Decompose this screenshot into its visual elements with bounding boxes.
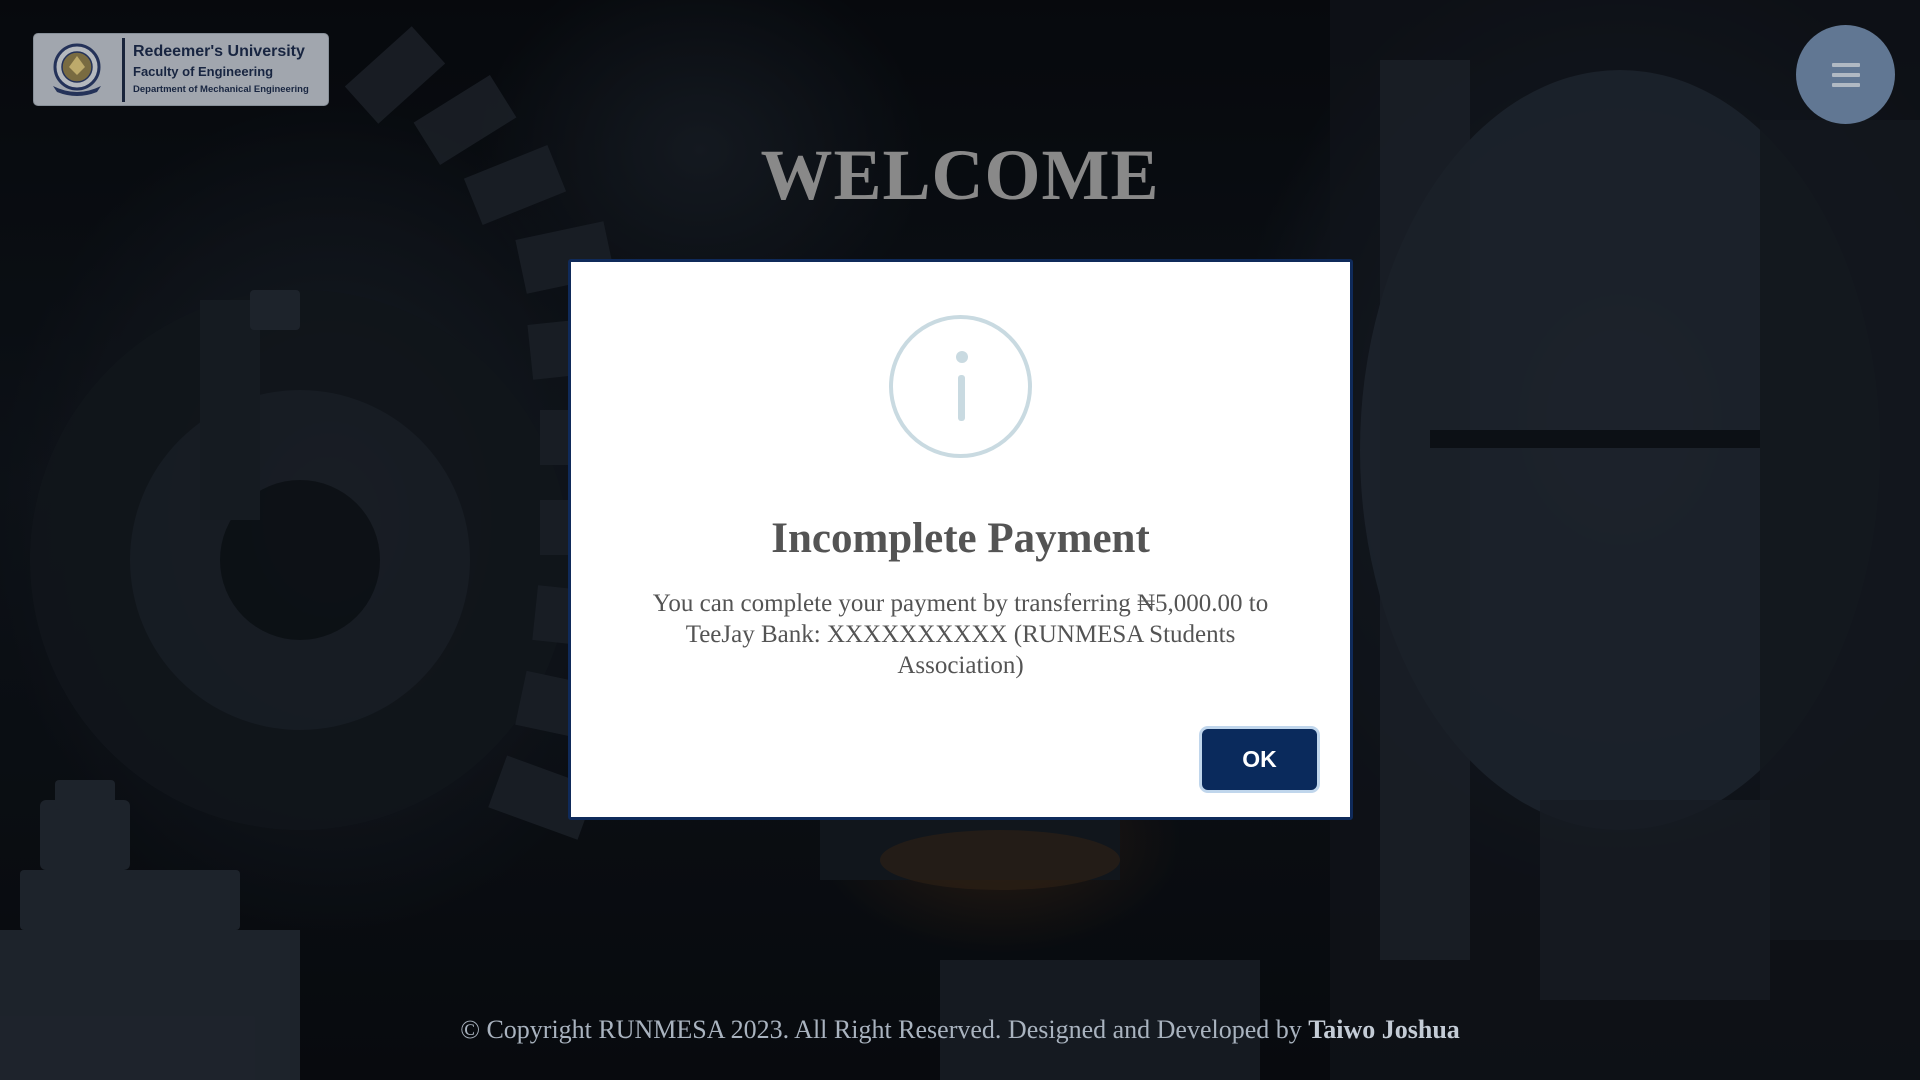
copyright-text: © Copyright RUNMESA 2023. All Right Rese… — [460, 1015, 1302, 1044]
developer-name: Taiwo Joshua — [1308, 1015, 1460, 1044]
dialog-message: You can complete your payment by transfe… — [652, 590, 1269, 679]
dialog-title: Incomplete Payment — [771, 515, 1150, 562]
footer: © Copyright RUNMESA 2023. All Right Rese… — [0, 1015, 1920, 1045]
payment-alert-dialog: Incomplete Payment You can complete your… — [568, 259, 1353, 820]
ok-button[interactable]: OK — [1202, 729, 1317, 790]
info-icon — [889, 315, 1032, 458]
